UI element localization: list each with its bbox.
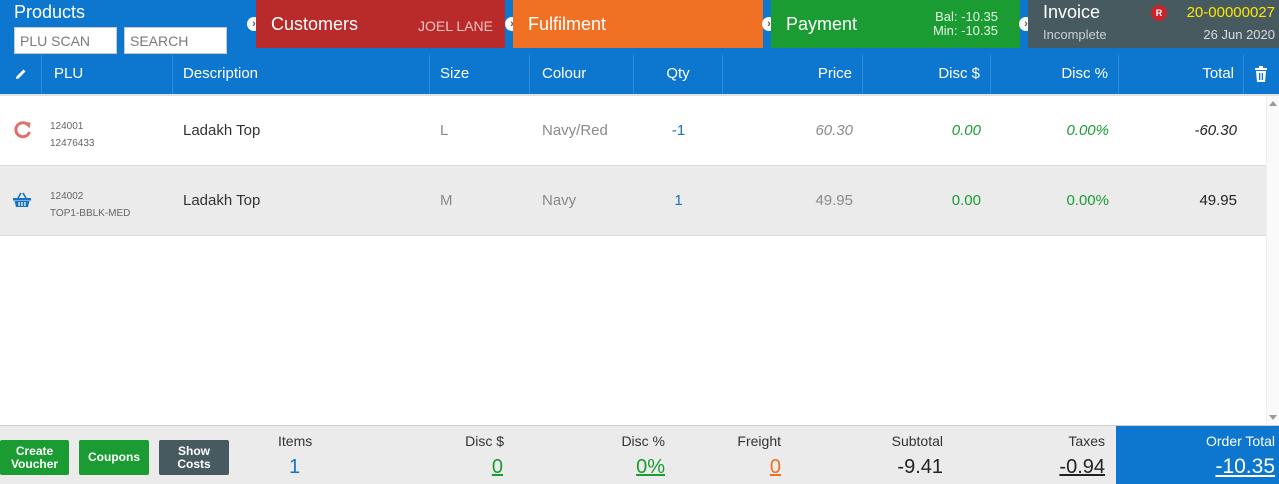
column-disc-percent: Disc %: [991, 55, 1119, 94]
footer-subtotal: Subtotal -9.41: [860, 426, 944, 484]
column-price: Price: [723, 55, 863, 94]
show-costs-button[interactable]: Show Costs: [159, 440, 229, 475]
column-total: Total: [1119, 55, 1244, 94]
freight-value[interactable]: 0: [770, 456, 781, 479]
plu-number: 124002: [50, 191, 84, 202]
footer-taxes: Taxes -0.94: [1020, 426, 1106, 484]
taxes-value[interactable]: -0.94: [1059, 456, 1105, 479]
customer-name: JOEL LANE: [418, 18, 493, 34]
items-count: Items 1: [260, 426, 330, 484]
order-total-label: Order Total: [1206, 433, 1275, 449]
products-title: Products: [14, 2, 86, 22]
pencil-icon[interactable]: [15, 68, 27, 80]
step-customers[interactable]: Customers JOEL LANE: [256, 0, 505, 48]
order-total: Order Total -10.35: [1116, 426, 1279, 484]
plu-code: 124001 12476433: [50, 118, 95, 152]
minimum-due: Min: -10.35: [932, 23, 998, 38]
disc-amount-value[interactable]: 0: [492, 456, 503, 479]
column-qty: Qty: [634, 55, 723, 94]
return-icon[interactable]: [13, 120, 33, 140]
totals-footer: Create Voucher Coupons Show Costs Items 1 …: [0, 425, 1279, 484]
subtotal-value: -9.41: [897, 456, 943, 478]
items-value: 1: [289, 456, 301, 478]
coupons-button[interactable]: Coupons: [79, 440, 149, 475]
plu-number: 124001: [50, 121, 84, 132]
step-products[interactable]: Products: [0, 0, 246, 55]
invoice-date: 26 Jun 2020: [1203, 27, 1275, 42]
column-disc-amount: Disc $: [863, 55, 991, 94]
line-items-header: PLU Description Size Colour Qty Price Di…: [0, 55, 1279, 94]
footer-disc-percent: Disc % 0%: [580, 426, 666, 484]
step-invoice[interactable]: Invoice Incomplete R 20-00000027 26 Jun …: [1028, 0, 1279, 48]
fulfilment-title: Fulfilment: [528, 14, 607, 34]
item-disc-amount[interactable]: 0.00: [863, 96, 981, 165]
product-code: 12476433: [50, 138, 95, 149]
scroll-down-arrow[interactable]: [1269, 415, 1277, 420]
footer-freight: Freight 0: [700, 426, 782, 484]
item-size: M: [440, 192, 453, 209]
disc-percent-value[interactable]: 0%: [636, 456, 665, 479]
disc-amount-label: Disc $: [465, 433, 504, 449]
column-colour: Colour: [530, 55, 634, 94]
workflow-steps-bar: Products › Customers JOEL LANE › Fulfilm…: [0, 0, 1279, 55]
item-disc-percent[interactable]: 0.00%: [991, 166, 1109, 235]
invoice-title: Invoice: [1043, 2, 1101, 22]
column-size: Size: [430, 55, 530, 94]
item-colour: Navy: [542, 192, 577, 209]
taxes-label: Taxes: [1068, 433, 1105, 449]
item-qty[interactable]: 1: [634, 166, 723, 235]
subtotal-label: Subtotal: [891, 433, 943, 449]
freight-label: Freight: [737, 433, 781, 449]
disc-percent-label: Disc %: [621, 433, 665, 449]
item-size: L: [440, 122, 449, 139]
step-payment[interactable]: Payment Bal: -10.35 Min: -10.35: [771, 0, 1020, 48]
column-description: Description: [173, 55, 430, 94]
create-voucher-button[interactable]: Create Voucher: [0, 440, 69, 475]
edit-column-header[interactable]: [0, 55, 42, 94]
payment-title: Payment: [786, 14, 858, 34]
item-total: 49.95: [1199, 192, 1237, 209]
balance-due: Bal: -10.35: [935, 9, 998, 24]
search-input[interactable]: [124, 27, 227, 54]
item-description: Ladakh Top: [183, 192, 261, 209]
table-row[interactable]: 124002 TOP1-BBLK-MED Ladakh Top M Navy 1…: [0, 166, 1266, 236]
line-items-list: 124001 12476433 Ladakh Top L Navy/Red -1…: [0, 96, 1266, 236]
product-code: TOP1-BBLK-MED: [50, 208, 131, 219]
items-label: Items: [278, 433, 313, 449]
item-description: Ladakh Top: [183, 122, 261, 139]
invoice-status: Incomplete: [1043, 27, 1107, 42]
basket-icon[interactable]: [12, 190, 32, 210]
vertical-scrollbar[interactable]: [1266, 96, 1279, 426]
invoice-number: 20-00000027: [1186, 4, 1275, 21]
step-fulfilment[interactable]: Fulfilment: [513, 0, 763, 48]
item-disc-percent[interactable]: 0.00%: [991, 96, 1109, 165]
plu-scan-input[interactable]: [14, 27, 117, 54]
item-price[interactable]: 60.30: [723, 96, 853, 165]
item-qty[interactable]: -1: [634, 96, 723, 165]
payment-balance: Bal: -10.35 Min: -10.35: [933, 10, 998, 38]
order-total-value[interactable]: -10.35: [1215, 455, 1275, 479]
trash-icon[interactable]: [1254, 66, 1268, 82]
invoice-type-badge: R: [1151, 5, 1167, 21]
item-total: -60.30: [1194, 122, 1237, 139]
item-price[interactable]: 49.95: [723, 166, 853, 235]
table-row[interactable]: 124001 12476433 Ladakh Top L Navy/Red -1…: [0, 96, 1266, 166]
column-plu: PLU: [42, 55, 173, 94]
plu-code: 124002 TOP1-BBLK-MED: [50, 188, 130, 222]
footer-disc-amount: Disc $ 0: [420, 426, 504, 484]
customers-title: Customers: [271, 14, 359, 34]
item-disc-amount[interactable]: 0.00: [863, 166, 981, 235]
delete-column-header[interactable]: [1244, 55, 1279, 94]
scroll-up-arrow[interactable]: [1269, 101, 1277, 106]
item-colour: Navy/Red: [542, 122, 608, 139]
